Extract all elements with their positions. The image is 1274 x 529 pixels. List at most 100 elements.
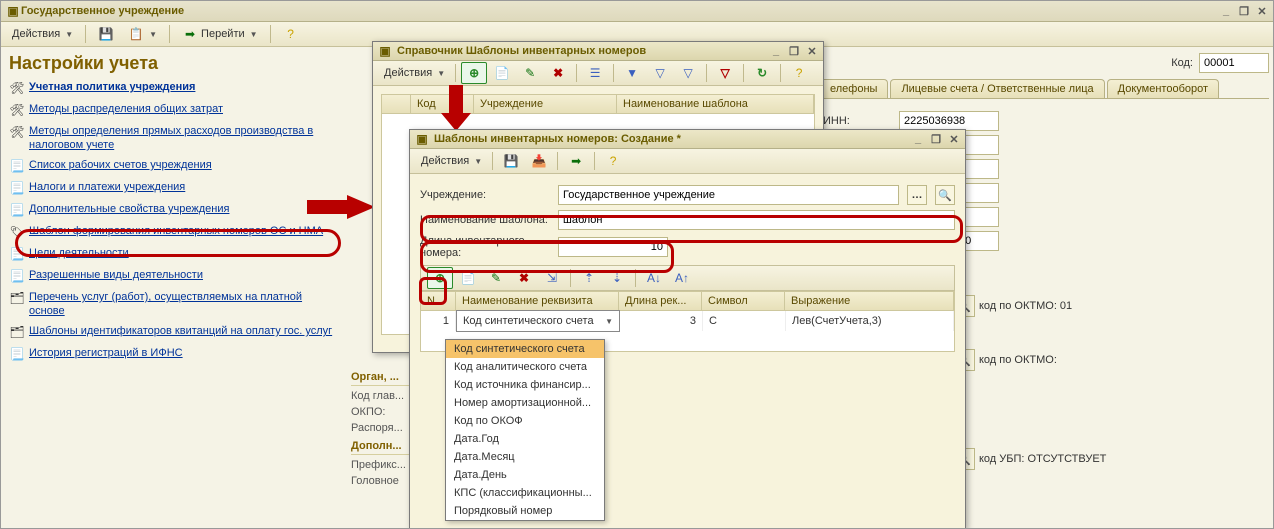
dd-item-3[interactable]: Номер амортизационной... [446,394,604,412]
create-maximize[interactable]: ❐ [929,132,943,146]
row-sortdesc[interactable]: A↑ [669,267,695,289]
dir-refresh[interactable]: ↻ [749,62,775,84]
nav-methods[interactable]: Методы распределения общих затрат [29,102,223,116]
dir-hier[interactable]: ☰ [582,62,608,84]
highlight-arrow-down [441,85,471,133]
dir-actions[interactable]: Действия▼ [379,62,450,84]
create-minimize[interactable]: _ [911,132,925,146]
dir-minimize[interactable]: _ [769,44,783,58]
create-actions[interactable]: Действия▼ [416,150,487,172]
nav-history[interactable]: История регистраций в ИФНС [29,346,183,360]
inst-pick[interactable]: … [907,185,927,205]
maximize-button[interactable]: ❐ [1237,4,1251,18]
sortasc-icon: A↓ [646,270,662,286]
nav-inv-template[interactable]: Шаблон формирования инвентарных номеров … [29,224,323,238]
edit-icon: ✎ [522,65,538,81]
nav-allowed[interactable]: Разрешенные виды деятельности [29,268,203,282]
table-row[interactable]: 1 Код синтетического счета ▼ 3 С Лев(Сче… [421,311,954,331]
col-inst[interactable]: Учреждение [474,95,617,113]
row-edit[interactable]: ✎ [483,267,509,289]
dd-item-9[interactable]: Порядковый номер [446,502,604,520]
col-len[interactable]: Длина рек... [619,292,702,310]
nav-taxes[interactable]: Налоги и платежи учреждения [29,180,185,194]
col-name[interactable]: Наименование шаблона [617,95,814,113]
create-help[interactable]: ? [600,150,626,172]
row-add[interactable]: ⊕ [427,267,453,289]
help-icon: ? [283,26,299,42]
filter3-icon: ▽ [680,65,696,81]
requisite-dropdown[interactable]: Код синтетического счета Код аналитическ… [445,339,605,521]
dir-filter2[interactable]: ▽ [647,62,673,84]
nav-policy[interactable]: Учетная политика учреждения [29,80,195,94]
services-icon: 🗂 [9,290,25,306]
dir-edit[interactable]: ✎ [517,62,543,84]
dd-item-5[interactable]: Дата.Год [446,430,604,448]
dir-maximize[interactable]: ❐ [787,44,801,58]
row-del[interactable]: ✖ [511,267,537,289]
props-button[interactable]: 📋▼ [123,23,162,45]
dir-help[interactable]: ? [786,62,812,84]
col-expr[interactable]: Выражение [785,292,954,310]
templates-icon: 🗂 [9,324,25,340]
taxes-icon: 📃 [9,180,25,196]
rowedit-icon: ✎ [488,270,504,286]
col-sym[interactable]: Символ [702,292,785,310]
close-button[interactable]: ✕ [1255,4,1269,18]
inst-open[interactable]: 🔍 [935,185,955,205]
minimize-button[interactable]: _ [1219,4,1233,18]
goals-icon: 📃 [9,246,25,262]
row-copy[interactable]: 📄 [455,267,481,289]
create-close[interactable]: ✕ [947,132,961,146]
dir-add[interactable]: ⊕ [461,62,487,84]
code-input[interactable] [1199,53,1269,73]
row-up[interactable]: ⇡ [576,267,602,289]
save-button[interactable]: 💾 [93,23,119,45]
dir-filterclear[interactable]: ▽ [712,62,738,84]
rowcopy-icon: 📄 [460,270,476,286]
dd-item-7[interactable]: Дата.День [446,466,604,484]
actions-menu[interactable]: Действия▼ [7,23,78,45]
dd-item-8[interactable]: КПС (классификационны... [446,484,604,502]
inn-input[interactable] [899,111,999,131]
dir-delmark[interactable]: ✖ [545,62,571,84]
dd-item-1[interactable]: Код аналитического счета [446,358,604,376]
dir-filter3[interactable]: ▽ [675,62,701,84]
help-button[interactable]: ? [278,23,304,45]
history-icon: 📃 [9,346,25,362]
len-input[interactable] [558,237,668,257]
sortdesc-icon: A↑ [674,270,690,286]
create-save[interactable]: 💾 [498,150,524,172]
dd-item-6[interactable]: Дата.Месяц [446,448,604,466]
dd-item-0[interactable]: Код синтетического счета [446,340,604,358]
dd-item-4[interactable]: Код по ОКОФ [446,412,604,430]
dir-copy[interactable]: 📄 [489,62,515,84]
row-down[interactable]: ⇣ [604,267,630,289]
cell-req[interactable]: Код синтетического счета ▼ [456,310,620,332]
dir-close[interactable]: ✕ [805,44,819,58]
inst-input[interactable] [558,185,899,205]
nav-extra-props[interactable]: Дополнительные свойства учреждения [29,202,229,216]
create-goto[interactable]: ➡ [563,150,589,172]
extra-props-icon: 📃 [9,202,25,218]
allowed-icon: 📃 [9,268,25,284]
nav-services[interactable]: Перечень услуг (работ), осуществляемых н… [29,290,339,318]
dir-filter1[interactable]: ▼ [619,62,645,84]
tab-docflow[interactable]: Документооборот [1107,79,1219,98]
tab-accounts[interactable]: Лицевые счета / Ответственные лица [890,79,1104,98]
col-n[interactable]: N [421,292,456,310]
nav-goals[interactable]: Цели деятельности [29,246,129,260]
dropdown-icon[interactable]: ▼ [605,317,613,326]
col-req[interactable]: Наименование реквизита [456,292,619,310]
goto-menu[interactable]: ➡Перейти▼ [177,23,263,45]
row-sortasc[interactable]: A↓ [641,267,667,289]
nav-accounts[interactable]: Список рабочих счетов учреждения [29,158,212,172]
create-saveclose[interactable]: 📥 [526,150,552,172]
nav-templates[interactable]: Шаблоны идентификаторов квитанций на опл… [29,324,332,338]
policy-icon: 🛠 [9,80,25,96]
dd-item-2[interactable]: Код источника финансир... [446,376,604,394]
nav-tax-methods[interactable]: Методы определения прямых расходов произ… [29,124,339,152]
tplname-input[interactable] [558,210,955,230]
row-end[interactable]: ⇲ [539,267,565,289]
refresh-icon: ↻ [754,65,770,81]
tab-phones[interactable]: елефоны [819,79,888,98]
